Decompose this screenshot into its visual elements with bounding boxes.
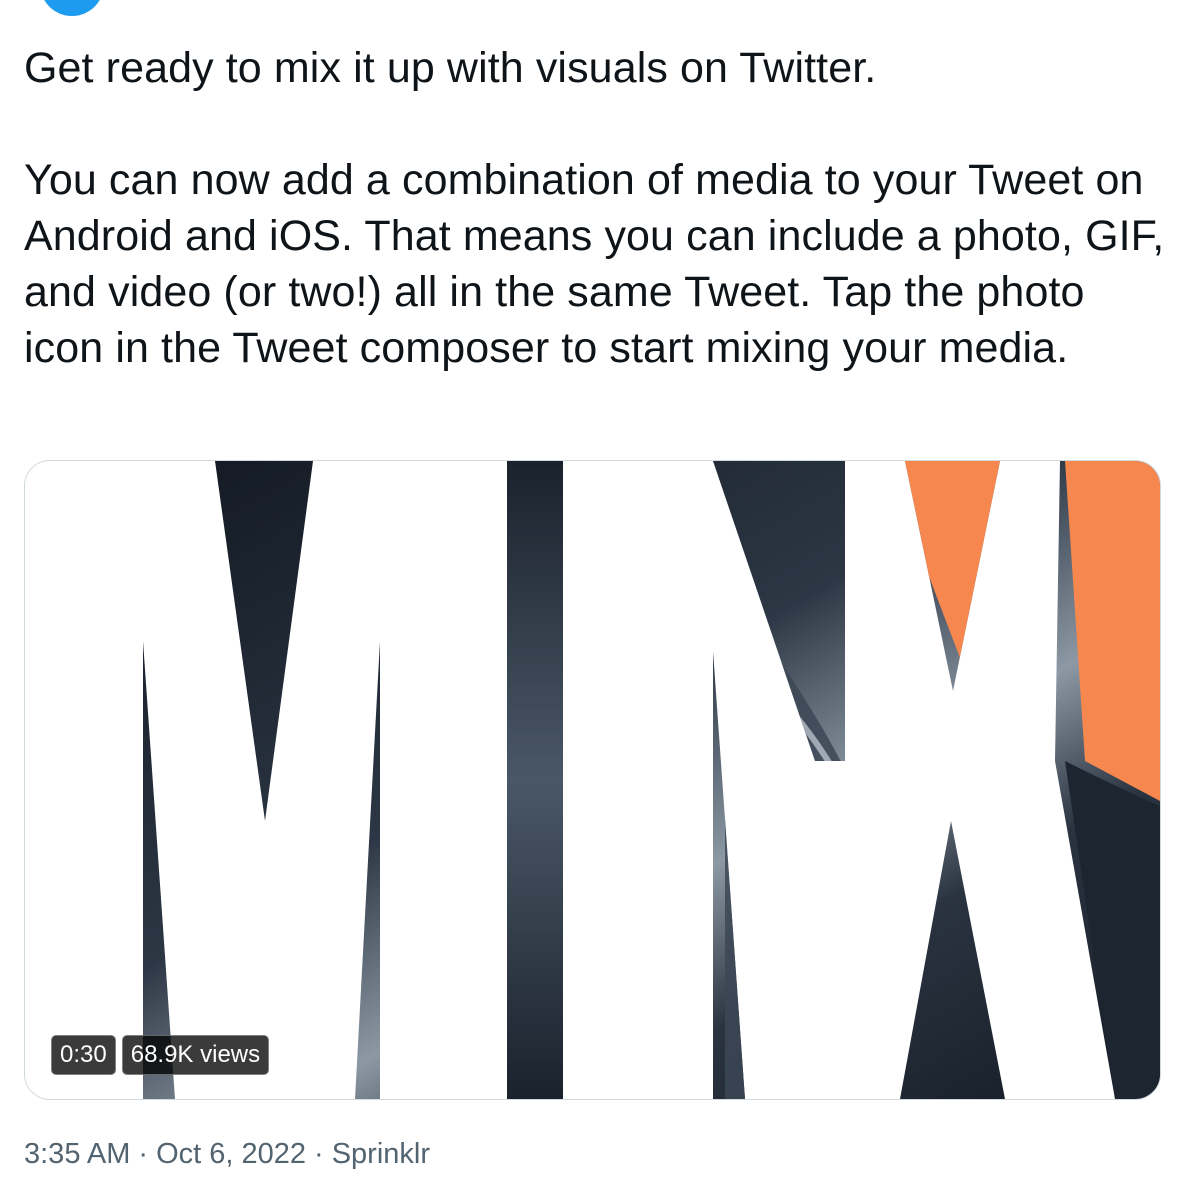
video-views: 68.9K views — [121, 1035, 270, 1075]
avatar[interactable] — [40, 0, 104, 16]
video-duration: 0:30 — [51, 1035, 116, 1075]
video-thumbnail — [25, 461, 1160, 1099]
meta-separator: · — [138, 1138, 149, 1170]
tweet-source[interactable]: Sprinklr — [332, 1138, 430, 1170]
tweet-paragraph: You can now add a combination of media t… — [24, 156, 1165, 372]
tweet-date[interactable]: Oct 6, 2022 — [156, 1138, 306, 1170]
video-badges: 0:30 68.9K views — [51, 1035, 270, 1075]
tweet-time[interactable]: 3:35 AM — [24, 1138, 130, 1170]
tweet-text: Get ready to mix it up with visuals on T… — [24, 40, 1174, 376]
meta-separator: · — [314, 1138, 324, 1170]
tweet-paragraph: Get ready to mix it up with visuals on T… — [24, 44, 877, 92]
tweet-meta: 3:35 AM · Oct 6, 2022 · Sprinklr — [24, 1134, 430, 1174]
video-player[interactable]: 0:30 68.9K views — [24, 460, 1161, 1100]
